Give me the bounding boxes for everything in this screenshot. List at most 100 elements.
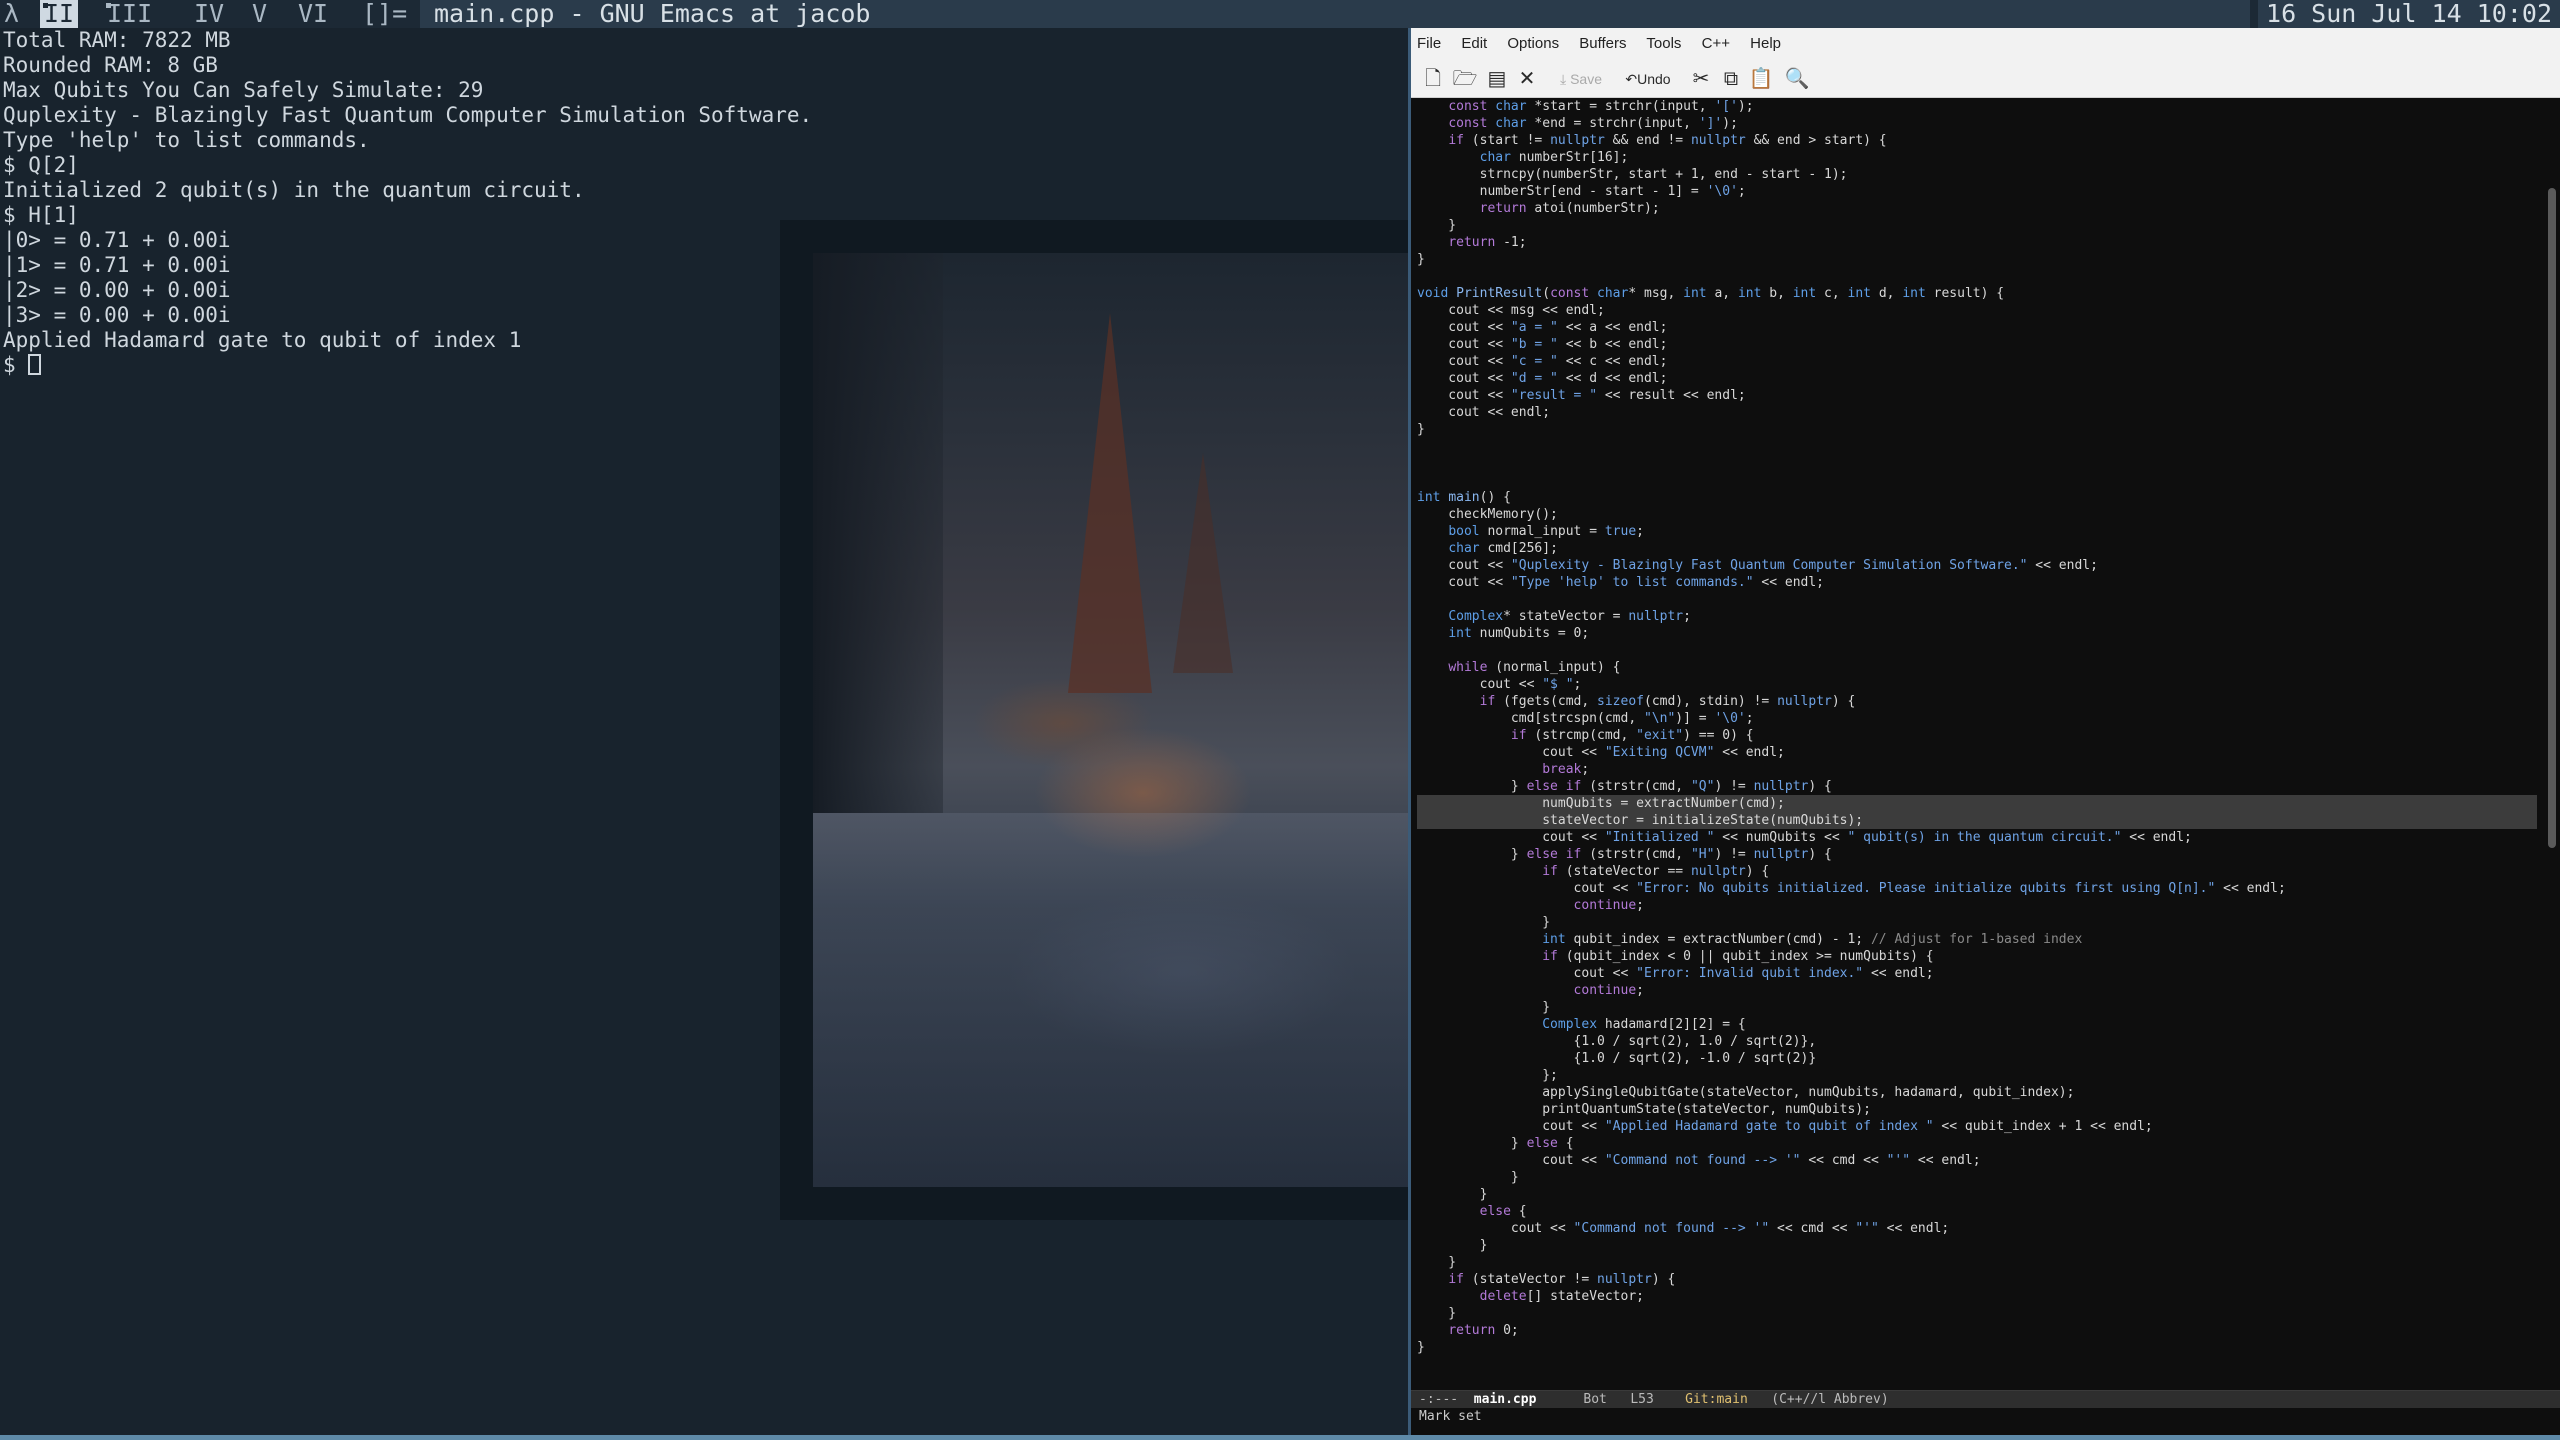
tag-2[interactable]: II <box>40 0 79 28</box>
terminal-window[interactable]: Total RAM: 7822 MB Rounded RAM: 8 GB Max Q… <box>0 28 1408 1435</box>
code-line[interactable]: } <box>1417 1237 2537 1254</box>
undo-button[interactable]: ↶Undo <box>1617 65 1679 93</box>
code-line[interactable]: } <box>1417 1339 2537 1356</box>
code-line[interactable]: cout << msg << endl; <box>1417 302 2537 319</box>
paste-icon[interactable]: 📋 <box>1747 65 1775 93</box>
code-line[interactable]: else { <box>1417 1203 2537 1220</box>
tag-3[interactable]: III <box>103 0 156 28</box>
open-directory-icon[interactable]: ▤ <box>1483 65 1511 93</box>
terminal-prompt-line[interactable]: $ <box>3 353 812 378</box>
tag-6[interactable]: VI <box>294 0 332 28</box>
code-line[interactable] <box>1417 455 2537 472</box>
code-line[interactable]: } <box>1417 1305 2537 1322</box>
code-line[interactable]: strncpy(numberStr, start + 1, end - star… <box>1417 166 2537 183</box>
code-line[interactable] <box>1417 268 2537 285</box>
code-line[interactable]: } else if (strstr(cmd, "Q") != nullptr) … <box>1417 778 2537 795</box>
code-line[interactable]: Complex* stateVector = nullptr; <box>1417 608 2537 625</box>
code-line[interactable]: numQubits = extractNumber(cmd); <box>1417 795 2537 812</box>
code-line[interactable]: if (qubit_index < 0 || qubit_index >= nu… <box>1417 948 2537 965</box>
tag-4[interactable]: IV <box>190 0 228 28</box>
code-line[interactable]: bool normal_input = true; <box>1417 523 2537 540</box>
code-line[interactable]: if (start != nullptr && end != nullptr &… <box>1417 132 2537 149</box>
code-line[interactable]: char numberStr[16]; <box>1417 149 2537 166</box>
code-line[interactable]: } <box>1417 914 2537 931</box>
code-line[interactable]: } <box>1417 217 2537 234</box>
code-line[interactable]: int numQubits = 0; <box>1417 625 2537 642</box>
code-line[interactable]: cout << "Applied Hadamard gate to qubit … <box>1417 1118 2537 1135</box>
menu-file[interactable]: File <box>1417 35 1441 52</box>
layout-indicator[interactable]: []= <box>358 0 411 28</box>
code-line[interactable]: cout << "Initialized " << numQubits << "… <box>1417 829 2537 846</box>
code-line[interactable]: cout << "Type 'help' to list commands." … <box>1417 574 2537 591</box>
code-line[interactable]: int main() { <box>1417 489 2537 506</box>
code-line[interactable]: int qubit_index = extractNumber(cmd) - 1… <box>1417 931 2537 948</box>
menu-tools[interactable]: Tools <box>1646 35 1681 52</box>
code-line[interactable]: delete[] stateVector; <box>1417 1288 2537 1305</box>
code-line[interactable]: const char *end = strchr(input, ']'); <box>1417 115 2537 132</box>
code-line[interactable]: stateVector = initializeState(numQubits)… <box>1417 812 2537 829</box>
code-line[interactable]: cmd[strcspn(cmd, "\n")] = '\0'; <box>1417 710 2537 727</box>
code-line[interactable]: continue; <box>1417 982 2537 999</box>
code-line[interactable] <box>1417 472 2537 489</box>
tag-5[interactable]: V <box>248 0 271 28</box>
close-icon[interactable]: ✕ <box>1513 65 1541 93</box>
copy-icon[interactable]: ⧉ <box>1717 65 1745 93</box>
editor-scrollbar[interactable] <box>2546 98 2558 1416</box>
code-line[interactable]: } <box>1417 421 2537 438</box>
code-line[interactable]: printQuantumState(stateVector, numQubits… <box>1417 1101 2537 1118</box>
save-button[interactable]: ⤓ Save <box>1551 65 1611 93</box>
code-line[interactable]: } else if (strstr(cmd, "H") != nullptr) … <box>1417 846 2537 863</box>
search-icon[interactable]: 🔍 <box>1783 65 1811 93</box>
code-line[interactable]: } else { <box>1417 1135 2537 1152</box>
code-line[interactable]: {1.0 / sqrt(2), 1.0 / sqrt(2)}, <box>1417 1033 2537 1050</box>
code-line[interactable]: } <box>1417 251 2537 268</box>
code-line[interactable]: break; <box>1417 761 2537 778</box>
code-line[interactable]: cout << "Quplexity - Blazingly Fast Quan… <box>1417 557 2537 574</box>
code-line[interactable]: cout << "a = " << a << endl; <box>1417 319 2537 336</box>
code-line[interactable]: cout << endl; <box>1417 404 2537 421</box>
code-line[interactable] <box>1417 642 2537 659</box>
scrollbar-thumb[interactable] <box>2548 188 2556 848</box>
menu-buffers[interactable]: Buffers <box>1579 35 1626 52</box>
new-file-icon[interactable]: 🗋 <box>1419 65 1447 93</box>
code-line[interactable]: cout << "Error: No qubits initialized. P… <box>1417 880 2537 897</box>
code-line[interactable]: if (fgets(cmd, sizeof(cmd), stdin) != nu… <box>1417 693 2537 710</box>
code-line[interactable]: cout << "b = " << b << endl; <box>1417 336 2537 353</box>
code-line[interactable]: } <box>1417 999 2537 1016</box>
code-line[interactable]: const char *start = strchr(input, '['); <box>1417 98 2537 115</box>
emacs-window[interactable]: File Edit Options Buffers Tools C++ Help… <box>1408 28 2560 1435</box>
open-folder-icon[interactable]: 🗁 <box>1451 65 1479 93</box>
code-line[interactable]: cout << "c = " << c << endl; <box>1417 353 2537 370</box>
code-line[interactable] <box>1417 438 2537 455</box>
code-line[interactable]: cout << "d = " << d << endl; <box>1417 370 2537 387</box>
code-line[interactable]: cout << "$ "; <box>1417 676 2537 693</box>
code-line[interactable]: } <box>1417 1254 2537 1271</box>
menu-help[interactable]: Help <box>1750 35 1781 52</box>
menu-cpp[interactable]: C++ <box>1702 35 1730 52</box>
menu-edit[interactable]: Edit <box>1461 35 1487 52</box>
cut-icon[interactable]: ✂ <box>1687 65 1715 93</box>
code-line[interactable]: cout << "Command not found --> '" << cmd… <box>1417 1152 2537 1169</box>
code-line[interactable]: if (stateVector != nullptr) { <box>1417 1271 2537 1288</box>
code-line[interactable]: cout << "Exiting QCVM" << endl; <box>1417 744 2537 761</box>
code-line[interactable]: numberStr[end - start - 1] = '\0'; <box>1417 183 2537 200</box>
code-line[interactable]: } <box>1417 1169 2537 1186</box>
code-line[interactable]: cout << "Error: Invalid qubit index." <<… <box>1417 965 2537 982</box>
code-line[interactable]: }; <box>1417 1067 2537 1084</box>
code-line[interactable]: while (normal_input) { <box>1417 659 2537 676</box>
code-line[interactable]: cout << "result = " << result << endl; <box>1417 387 2537 404</box>
code-line[interactable]: } <box>1417 1186 2537 1203</box>
code-line[interactable]: char cmd[256]; <box>1417 540 2537 557</box>
code-line[interactable]: applySingleQubitGate(stateVector, numQub… <box>1417 1084 2537 1101</box>
code-line[interactable]: Complex hadamard[2][2] = { <box>1417 1016 2537 1033</box>
code-line[interactable]: {1.0 / sqrt(2), -1.0 / sqrt(2)} <box>1417 1050 2537 1067</box>
code-line[interactable]: checkMemory(); <box>1417 506 2537 523</box>
code-line[interactable]: void PrintResult(const char* msg, int a,… <box>1417 285 2537 302</box>
code-line[interactable]: return 0; <box>1417 1322 2537 1339</box>
code-line[interactable]: if (stateVector == nullptr) { <box>1417 863 2537 880</box>
code-line[interactable]: return -1; <box>1417 234 2537 251</box>
code-line[interactable]: return atoi(numberStr); <box>1417 200 2537 217</box>
code-line[interactable]: cout << "Command not found --> '" << cmd… <box>1417 1220 2537 1237</box>
code-editor[interactable]: const char *start = strchr(input, '['); … <box>1417 98 2537 1418</box>
code-line[interactable]: if (strcmp(cmd, "exit") == 0) { <box>1417 727 2537 744</box>
